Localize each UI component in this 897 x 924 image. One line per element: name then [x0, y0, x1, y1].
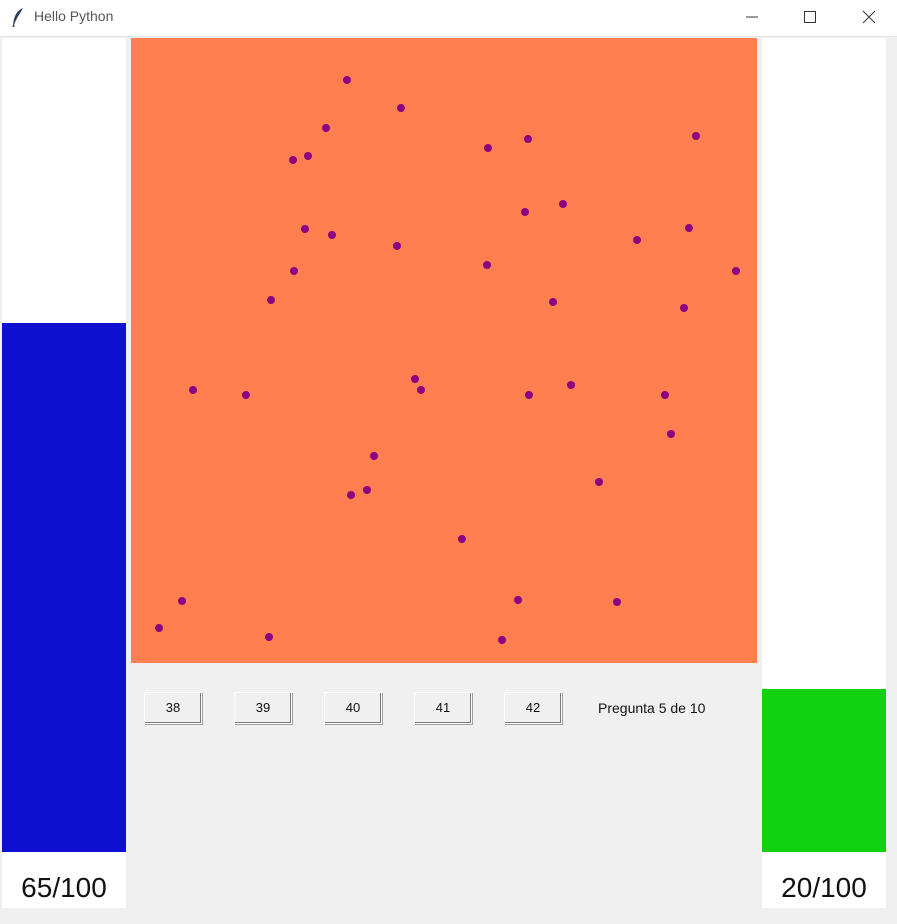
- right-score-label: 20/100: [781, 872, 867, 903]
- dot-19: [267, 296, 275, 304]
- minimize-icon: [746, 16, 758, 18]
- dot-4: [289, 156, 297, 164]
- dot-33: [595, 478, 603, 486]
- maximize-icon: [804, 11, 816, 23]
- close-button[interactable]: [846, 0, 892, 34]
- dot-32: [363, 486, 371, 494]
- dot-37: [613, 598, 621, 606]
- minimize-button[interactable]: [729, 0, 775, 34]
- answer-button-39[interactable]: 39: [234, 692, 292, 724]
- dot-23: [242, 391, 250, 399]
- dot-29: [667, 430, 675, 438]
- dot-22: [189, 386, 197, 394]
- dot-14: [483, 261, 491, 269]
- dot-36: [514, 596, 522, 604]
- dot-18: [290, 267, 298, 275]
- dot-11: [301, 225, 309, 233]
- dot-34: [458, 535, 466, 543]
- dot-35: [178, 597, 186, 605]
- dot-24: [411, 375, 419, 383]
- answer-button-38[interactable]: 38: [144, 692, 202, 724]
- dot-9: [521, 208, 529, 216]
- dot-3: [322, 124, 330, 132]
- answer-button-41[interactable]: 41: [414, 692, 472, 724]
- dot-7: [524, 135, 532, 143]
- dot-15: [633, 236, 641, 244]
- canvas-background: [131, 38, 757, 663]
- close-icon: [862, 10, 876, 24]
- dot-27: [567, 381, 575, 389]
- dot-16: [685, 224, 693, 232]
- dot-2: [397, 104, 405, 112]
- dot-17: [732, 267, 740, 275]
- title-bar: Hello Python: [0, 0, 897, 37]
- dot-1: [343, 76, 351, 84]
- dot-5: [304, 152, 312, 160]
- dot-38: [155, 624, 163, 632]
- question-counter: Pregunta 5 de 10: [598, 700, 706, 716]
- right-score-panel: 20/100: [762, 38, 886, 908]
- dot-26: [525, 391, 533, 399]
- dot-40: [498, 636, 506, 644]
- dot-10: [559, 200, 567, 208]
- left-score-panel: 65/100: [2, 38, 126, 908]
- answer-button-40[interactable]: 40: [324, 692, 382, 724]
- maximize-button[interactable]: [787, 0, 833, 34]
- dot-13: [393, 242, 401, 250]
- dot-canvas: [131, 38, 757, 663]
- feather-icon: [12, 8, 23, 27]
- dot-28: [661, 391, 669, 399]
- dot-31: [347, 491, 355, 499]
- right-progress-bar: [762, 689, 886, 852]
- dot-6: [484, 144, 492, 152]
- dot-39: [265, 633, 273, 641]
- left-score-label: 65/100: [21, 872, 107, 903]
- answer-button-42[interactable]: 42: [504, 692, 562, 724]
- dots-svg: [131, 38, 757, 663]
- dot-30: [370, 452, 378, 460]
- window-edge: [886, 38, 897, 908]
- dot-21: [680, 304, 688, 312]
- dot-20: [549, 298, 557, 306]
- dot-25: [417, 386, 425, 394]
- dot-8: [692, 132, 700, 140]
- left-progress-bar: [2, 323, 126, 852]
- window-title: Hello Python: [34, 8, 114, 24]
- dot-12: [328, 231, 336, 239]
